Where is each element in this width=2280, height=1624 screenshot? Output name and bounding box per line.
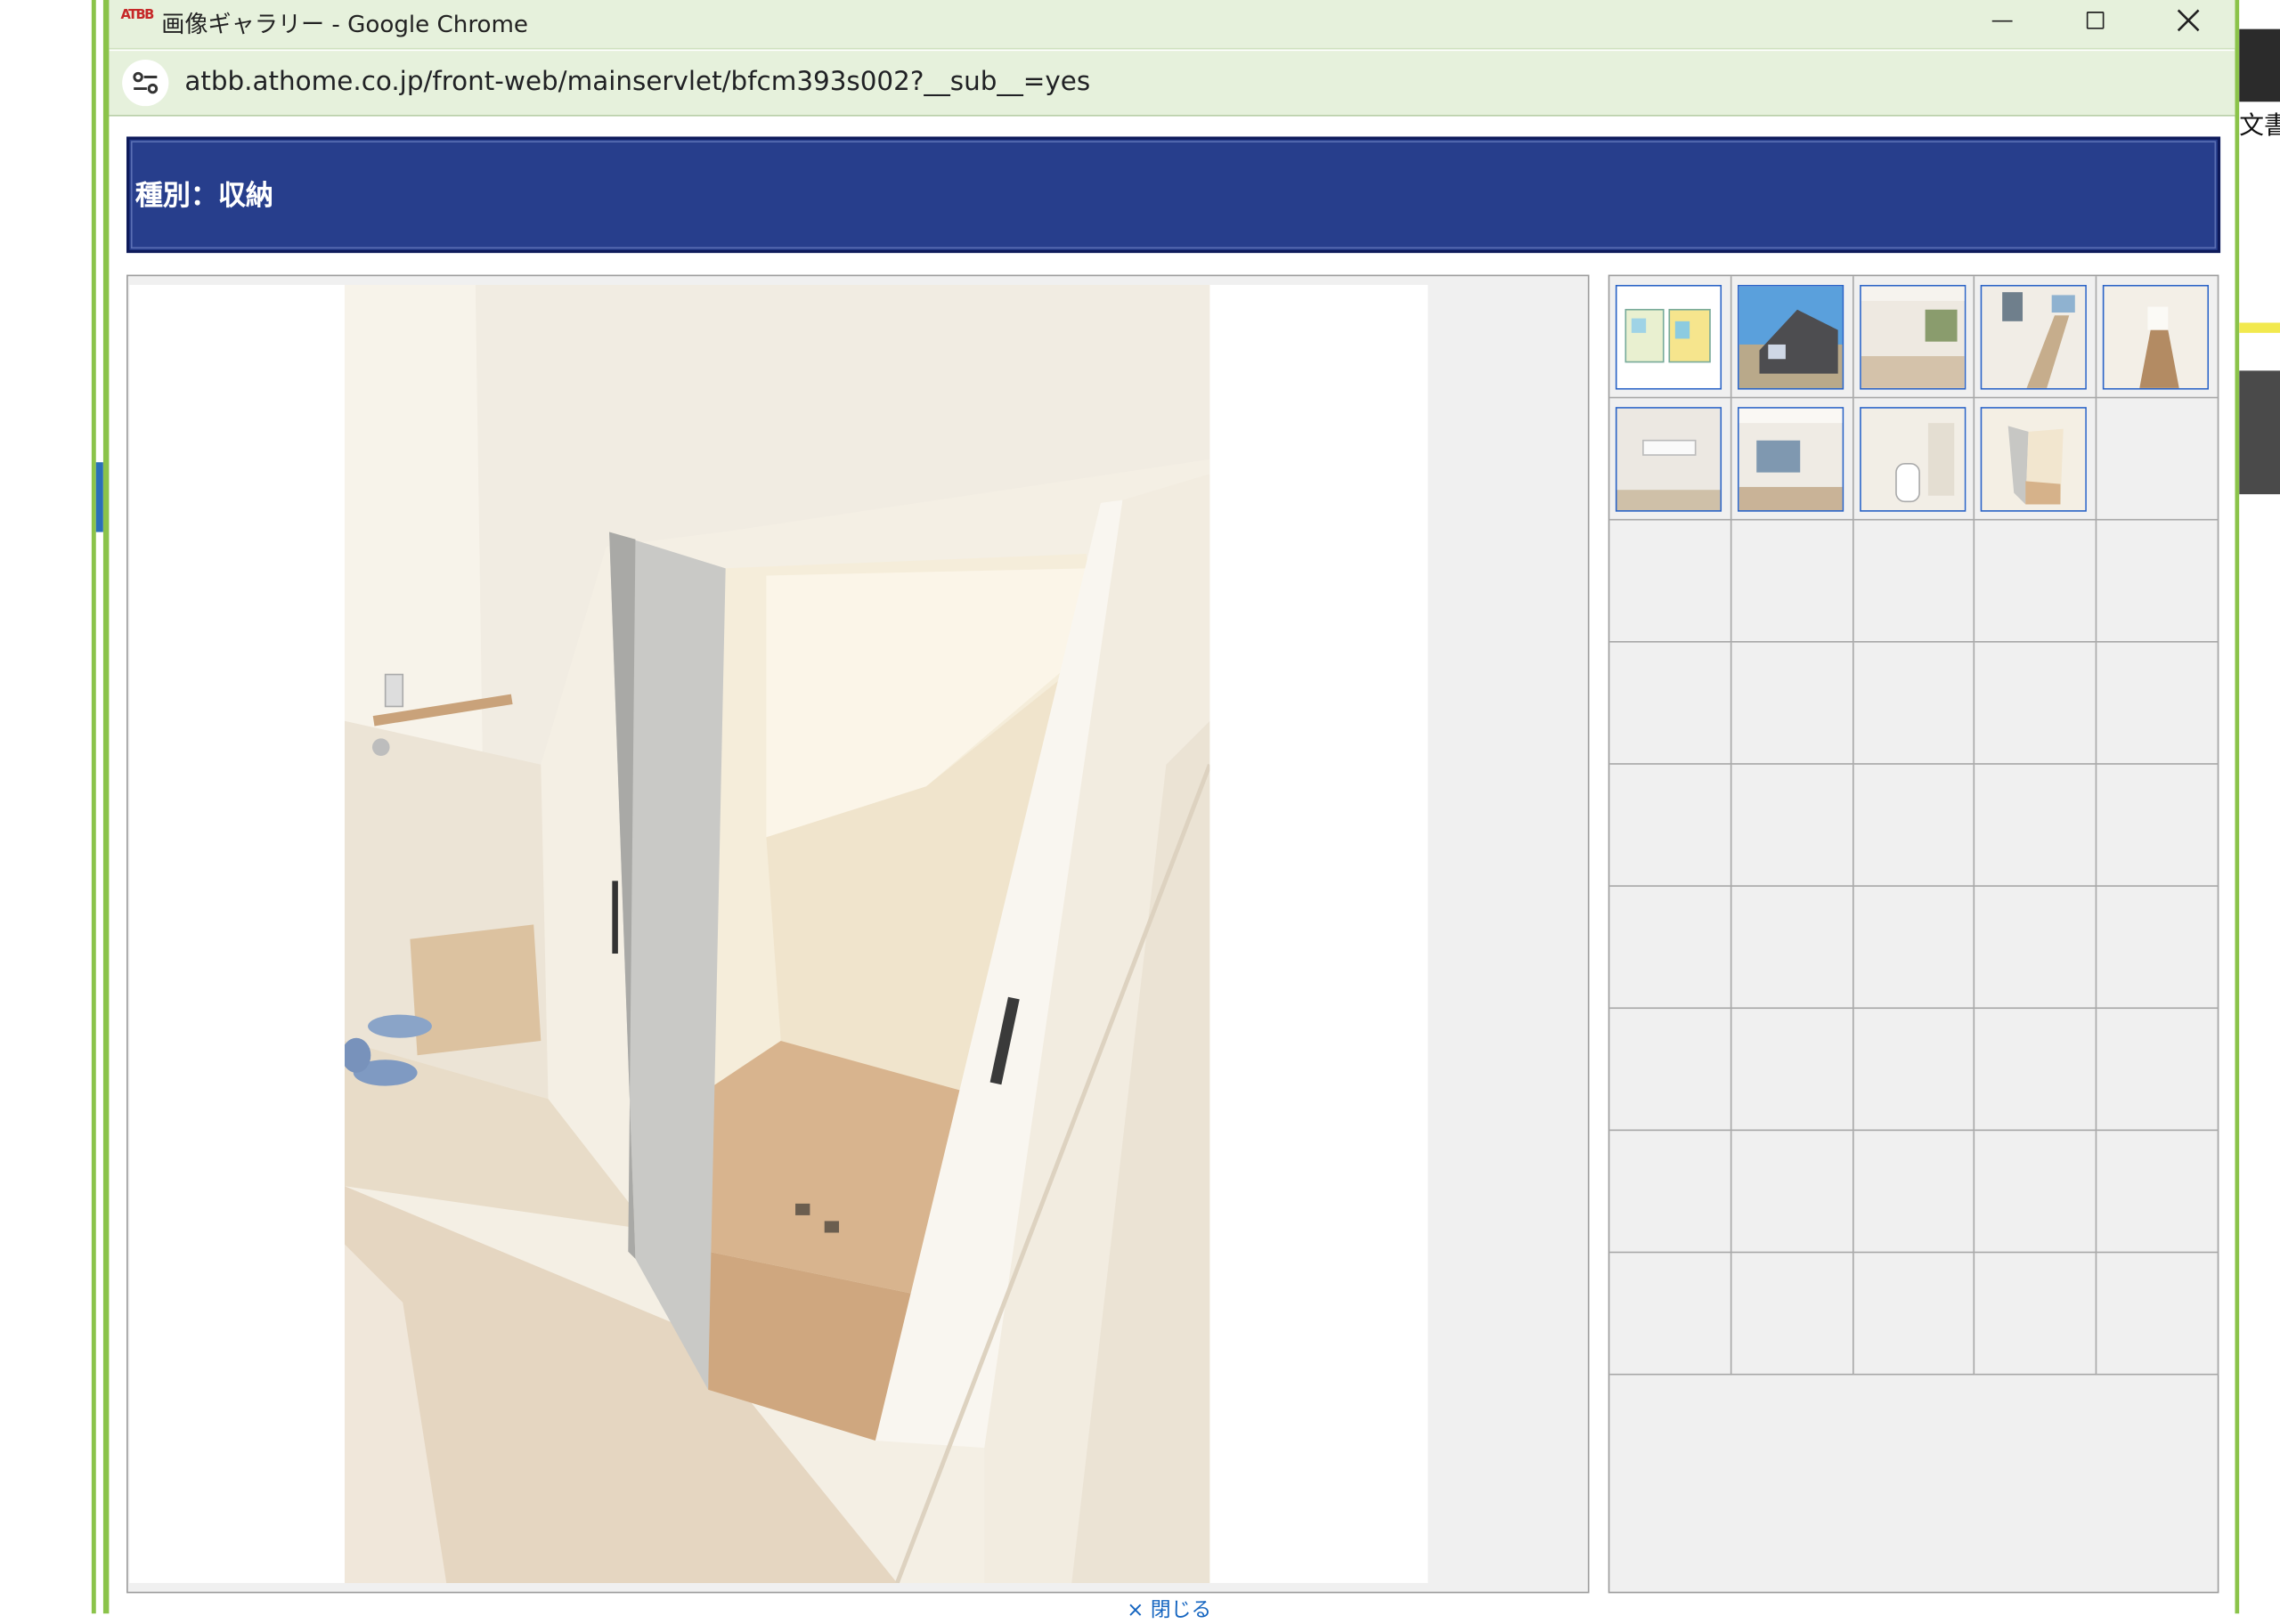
- thumbnail-cell: [1731, 398, 1854, 521]
- thumbnail-room-window[interactable]: [1738, 407, 1844, 512]
- thumbnail-toilet[interactable]: [1860, 407, 1966, 512]
- thumbnail-cell: [1853, 886, 1975, 1010]
- thumbnail-bedroom-aircon[interactable]: [1615, 407, 1722, 512]
- storage-closet-photo: [344, 284, 1210, 1583]
- thumbnail-exterior[interactable]: [1738, 284, 1844, 390]
- popup-window: ATBB 画像ギャラリー - Google Chrome atbb.athome…: [102, 0, 2240, 1622]
- thumbnail-cell: [1853, 276, 1975, 399]
- thumbnail-cell: [1609, 276, 1732, 399]
- thumbnail-cell: [1731, 520, 1854, 643]
- thumbnail-cell: [1609, 1253, 1732, 1376]
- minimize-button[interactable]: [1956, 0, 2048, 41]
- url-field[interactable]: atbb.athome.co.jp/front-web/mainservlet/…: [184, 67, 1090, 97]
- thumbnail-cell: [1975, 642, 2097, 765]
- thumbnail-cell: [1853, 1253, 1975, 1376]
- thumbnail-cell: [2097, 1253, 2219, 1376]
- window-titlebar: ATBB 画像ギャラリー - Google Chrome: [109, 0, 2235, 50]
- thumbnail-cell: [1731, 1253, 1854, 1376]
- thumbnail-cell: [1731, 642, 1854, 765]
- thumbnail-hallway[interactable]: [2102, 284, 2209, 390]
- thumbnail-cell: [1609, 1131, 1732, 1254]
- thumbnail-panel: [1608, 274, 2220, 1594]
- main-photo[interactable]: [344, 284, 1210, 1583]
- thumbnail-cell: [1853, 764, 1975, 887]
- thumbnail-cell: [2097, 276, 2219, 399]
- thumbnail-cell: [1975, 1009, 2097, 1132]
- thumbnail-cell: [1731, 764, 1854, 887]
- tune-icon: [133, 71, 159, 94]
- thumbnail-cell: [1975, 764, 2097, 887]
- address-bar: atbb.athome.co.jp/front-web/mainservlet/…: [109, 51, 2235, 117]
- thumbnail-cell: [1975, 520, 2097, 643]
- category-banner: 種別：収納: [126, 136, 2221, 254]
- maximize-icon: [2086, 12, 2105, 29]
- window-title: 画像ギャラリー - Google Chrome: [161, 10, 529, 38]
- thumbnail-cell: [1731, 1131, 1854, 1254]
- thumbnail-cell: [1853, 520, 1975, 643]
- thumbnail-cell: [2097, 398, 2219, 521]
- thumbnail-floor-plan[interactable]: [1615, 284, 1722, 390]
- thumbnail-cell: [1853, 642, 1975, 765]
- thumbnail-cell: [2097, 764, 2219, 887]
- thumbnail-cell: [1975, 1131, 2097, 1254]
- atbb-app-icon: ATBB: [120, 8, 155, 24]
- thumbnail-cell: [1731, 276, 1854, 399]
- thumbnail-cell: [1609, 642, 1732, 765]
- thumbnail-cell: [2097, 520, 2219, 643]
- thumbnail-storage-closet[interactable]: [1980, 407, 2087, 512]
- thumbnail-living-room[interactable]: [1860, 284, 1966, 390]
- thumbnail-cell: [1853, 1131, 1975, 1254]
- minimize-icon: [1991, 20, 2013, 21]
- background-scrollbar: [2239, 370, 2280, 495]
- thumbnail-cell: [2097, 642, 2219, 765]
- background-toolbar: [2239, 28, 2280, 102]
- thumbnail-cell: [1609, 1375, 2220, 1472]
- background-highlight: [2239, 322, 2280, 333]
- thumbnail-cell: [1609, 520, 1732, 643]
- photo-frame: [129, 284, 1429, 1583]
- thumbnail-cell: [1853, 398, 1975, 521]
- background-window-edge: [91, 0, 96, 1614]
- gallery-content: 種別：収納 × 閉じる: [109, 118, 2235, 1622]
- close-icon: [2177, 9, 2200, 32]
- thumbnail-cell: [1975, 1253, 2097, 1376]
- close-window-button[interactable]: [2142, 0, 2235, 41]
- main-image-panel: [126, 274, 1590, 1594]
- thumbnail-cell: [2097, 1131, 2219, 1254]
- thumbnail-cell: [1731, 886, 1854, 1010]
- thumbnail-cell: [1609, 398, 1732, 521]
- thumbnail-cell: [1853, 1009, 1975, 1132]
- maximize-button[interactable]: [2048, 0, 2141, 41]
- thumbnail-cell: [1975, 398, 2097, 521]
- close-link[interactable]: × 閉じる: [1127, 1595, 1211, 1624]
- thumbnail-cell: [1975, 276, 2097, 399]
- thumbnail-cell: [1609, 1009, 1732, 1132]
- thumbnail-cell: [2097, 886, 2219, 1010]
- thumbnail-cell: [1609, 886, 1732, 1010]
- background-window-marker: [95, 462, 103, 532]
- thumbnail-cell: [2097, 1009, 2219, 1132]
- thumbnail-cell: [1975, 886, 2097, 1010]
- background-label: 文書: [2239, 111, 2280, 142]
- background-app-edge: 文書: [2239, 0, 2280, 1614]
- thumbnail-stairwell[interactable]: [1980, 284, 2087, 390]
- site-info-button[interactable]: [122, 59, 169, 107]
- thumbnail-cell: [1731, 1009, 1854, 1132]
- category-title: 種別：収納: [134, 180, 273, 213]
- thumbnail-cell: [1609, 764, 1732, 887]
